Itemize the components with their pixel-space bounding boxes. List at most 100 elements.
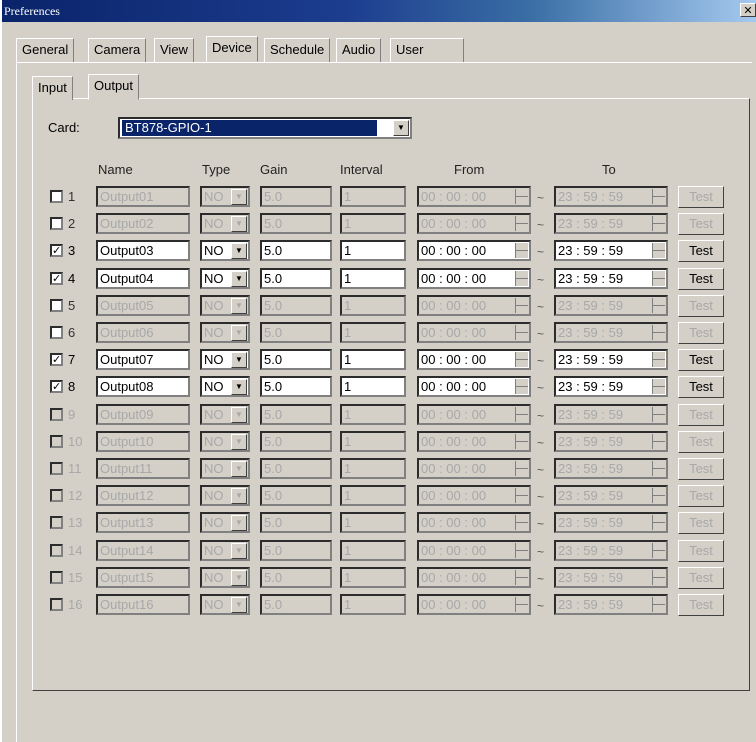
to-time-field[interactable]: 23 : 59 : 59 [554,294,668,316]
to-time-field[interactable]: 23 : 59 : 59 [554,430,668,452]
gain-field[interactable]: 5.0 [260,186,332,207]
from-spinner-icon[interactable] [515,216,528,232]
to-time-field[interactable]: 23 : 59 : 59 [554,349,668,371]
to-spinner-icon[interactable] [652,433,665,449]
chevron-down-icon[interactable]: ▼ [231,597,247,613]
to-spinner-icon[interactable] [652,379,665,395]
to-spinner-icon[interactable] [652,325,665,340]
from-time-field[interactable]: 00 : 00 : 00 [417,267,531,289]
chevron-down-icon[interactable]: ▼ [231,189,247,205]
chevron-down-icon[interactable]: ▼ [231,325,247,341]
to-time-field[interactable]: 23 : 59 : 59 [554,485,668,507]
card-select[interactable]: BT878-GPIO-1 ▼ [118,117,412,139]
from-time-field[interactable]: 00 : 00 : 00 [417,566,531,588]
output-name-field[interactable]: Output03 [96,240,190,262]
test-button[interactable]: Test [678,430,724,453]
from-time-field[interactable]: 00 : 00 : 00 [417,240,531,262]
to-spinner-icon[interactable] [652,406,665,422]
to-time-field[interactable]: 23 : 59 : 59 [554,186,668,207]
output-name-field[interactable]: Output02 [96,213,190,235]
enable-checkbox[interactable]: ✓ [50,380,63,394]
tab-user[interactable]: User [390,38,465,62]
type-select[interactable]: NO ▼ [200,294,250,316]
enable-checkbox[interactable] [50,326,63,339]
to-time-field[interactable]: 23 : 59 : 59 [554,403,668,425]
interval-field[interactable]: 1 [340,186,406,207]
interval-field[interactable]: 1 [340,458,406,479]
to-spinner-icon[interactable] [652,270,665,286]
interval-field[interactable]: 1 [340,430,406,452]
to-time-field[interactable]: 23 : 59 : 59 [554,376,668,398]
type-select[interactable]: NO ▼ [200,349,250,371]
enable-checkbox[interactable] [50,570,63,584]
chevron-down-icon[interactable]: ▼ [231,297,247,314]
chevron-down-icon[interactable]: ▼ [231,515,247,532]
chevron-down-icon[interactable]: ▼ [393,120,409,136]
from-spinner-icon[interactable] [515,325,528,340]
from-spinner-icon[interactable] [515,542,528,558]
gain-field[interactable]: 5.0 [260,213,332,235]
gain-field[interactable]: 5.0 [260,458,332,479]
to-spinner-icon[interactable] [652,216,665,232]
gain-field[interactable]: 5.0 [260,485,332,507]
test-button[interactable]: Test [678,566,724,589]
from-spinner-icon[interactable] [515,433,528,449]
from-spinner-icon[interactable] [515,461,528,476]
output-name-field[interactable]: Output16 [96,594,190,615]
enable-checkbox[interactable] [50,462,63,475]
output-name-field[interactable]: Output10 [96,430,190,452]
test-button[interactable]: Test [678,539,724,562]
interval-field[interactable]: 1 [340,322,406,343]
type-select[interactable]: NO ▼ [200,539,250,561]
test-button[interactable]: Test [678,376,724,399]
gain-field[interactable]: 5.0 [260,349,332,371]
from-spinner-icon[interactable] [515,379,528,395]
from-time-field[interactable]: 00 : 00 : 00 [417,512,531,534]
gain-field[interactable]: 5.0 [260,594,332,615]
to-spinner-icon[interactable] [652,597,665,612]
gain-field[interactable]: 5.0 [260,430,332,452]
interval-field[interactable]: 1 [340,376,406,398]
to-spinner-icon[interactable] [652,542,665,558]
enable-checkbox[interactable] [50,434,63,448]
test-button[interactable]: Test [678,240,724,263]
output-name-field[interactable]: Output11 [96,458,190,479]
gain-field[interactable]: 5.0 [260,267,332,289]
interval-field[interactable]: 1 [340,512,406,534]
title-bar[interactable]: Preferences ✕ [2,0,756,22]
enable-checkbox[interactable] [50,543,63,557]
chevron-down-icon[interactable]: ▼ [231,243,247,260]
type-select[interactable]: NO ▼ [200,458,250,479]
output-name-field[interactable]: Output09 [96,403,190,425]
from-time-field[interactable]: 00 : 00 : 00 [417,186,531,207]
gain-field[interactable]: 5.0 [260,294,332,316]
type-select[interactable]: NO ▼ [200,430,250,452]
to-spinner-icon[interactable] [652,297,665,313]
output-name-field[interactable]: Output05 [96,294,190,316]
to-spinner-icon[interactable] [652,243,665,259]
gain-field[interactable]: 5.0 [260,240,332,262]
from-time-field[interactable]: 00 : 00 : 00 [417,485,531,507]
interval-field[interactable]: 1 [340,240,406,262]
chevron-down-icon[interactable]: ▼ [231,379,247,396]
tab-schedule[interactable]: Schedule [264,38,331,62]
from-time-field[interactable]: 00 : 00 : 00 [417,213,531,235]
to-time-field[interactable]: 23 : 59 : 59 [554,539,668,561]
from-time-field[interactable]: 00 : 00 : 00 [417,430,531,452]
to-time-field[interactable]: 23 : 59 : 59 [554,322,668,343]
to-spinner-icon[interactable] [652,569,665,585]
output-name-field[interactable]: Output12 [96,485,190,507]
gain-field[interactable]: 5.0 [260,322,332,343]
to-spinner-icon[interactable] [652,488,665,504]
from-time-field[interactable]: 00 : 00 : 00 [417,376,531,398]
type-select[interactable]: NO ▼ [200,594,250,615]
tab-view[interactable]: View [154,38,194,62]
tab-output[interactable]: Output [88,74,140,100]
from-spinner-icon[interactable] [515,597,528,612]
from-time-field[interactable]: 00 : 00 : 00 [417,458,531,479]
to-time-field[interactable]: 23 : 59 : 59 [554,213,668,235]
interval-field[interactable]: 1 [340,566,406,588]
from-spinner-icon[interactable] [515,189,528,204]
to-time-field[interactable]: 23 : 59 : 59 [554,458,668,479]
output-name-field[interactable]: Output15 [96,566,190,588]
